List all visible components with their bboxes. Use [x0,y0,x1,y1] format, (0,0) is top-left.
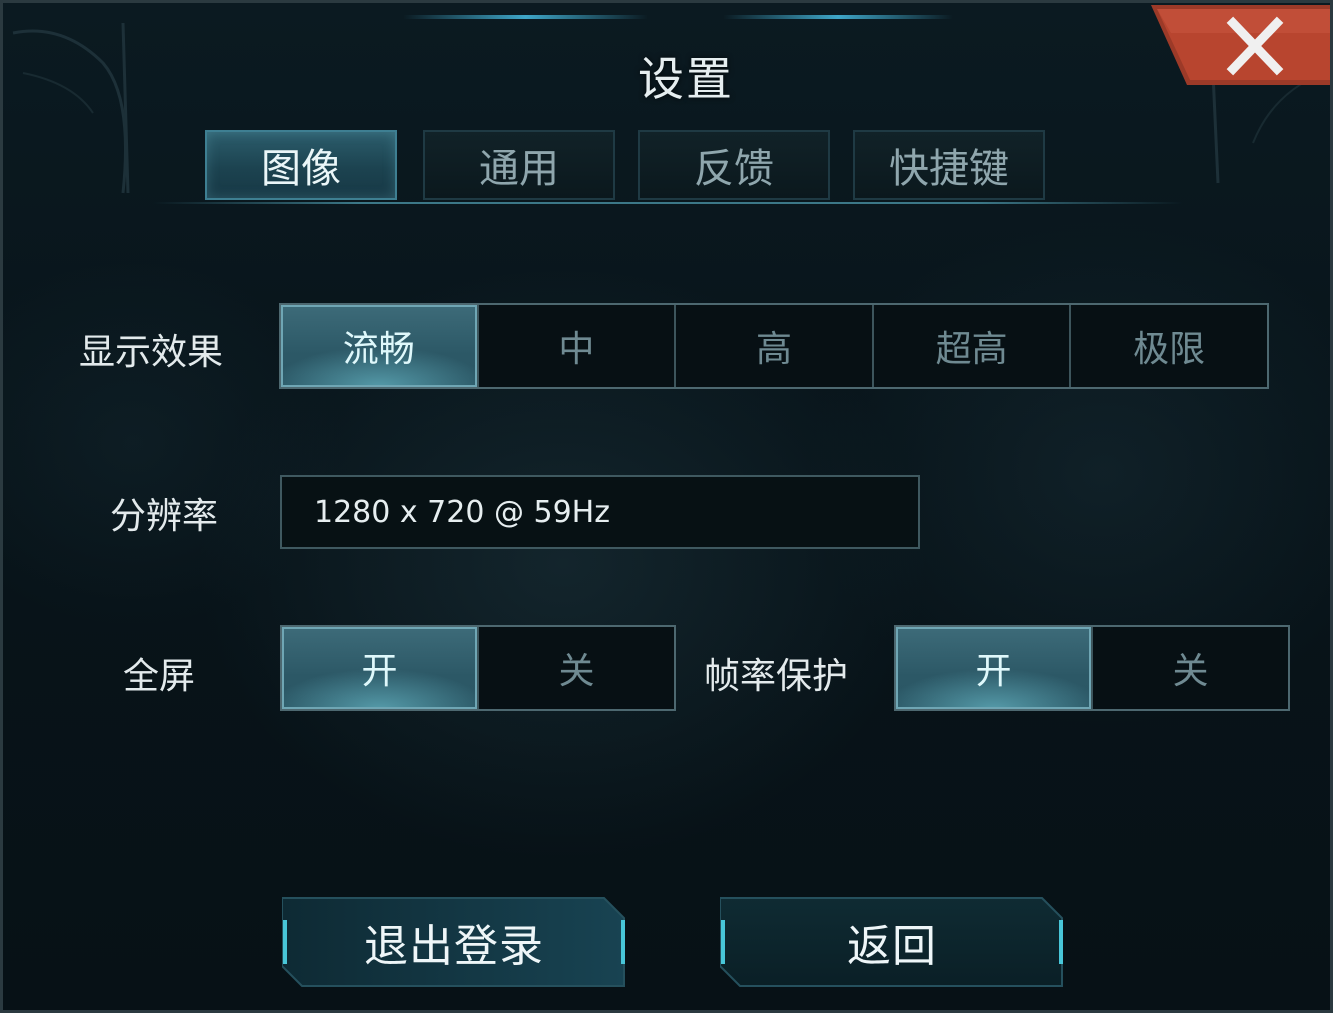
fullscreen-label: 全屏 [122,656,195,697]
tab-graphics[interactable]: 图像 [205,130,397,200]
fullscreen-on-option[interactable]: 开 [282,627,477,709]
tab-divider [153,202,1183,204]
fullscreen-off-option[interactable]: 关 [477,627,674,709]
resolution-value: 1280 x 720 @ 59Hz [314,494,610,530]
frame-rate-protection-on-option[interactable]: 开 [896,627,1091,709]
tab-label: 反馈 [694,146,774,192]
settings-dialog: 设置 图像 通用 反馈 快捷键 显示效果 流畅 中 高 超高 极限 分辨率 12… [0,0,1333,1013]
fullscreen-toggle: 开 关 [280,625,676,711]
logout-button-label: 退出登录 [364,921,544,972]
top-glow-left [403,15,648,19]
logout-button[interactable]: 退出登录 [282,896,626,988]
close-button[interactable] [1151,3,1330,87]
close-x-icon [1151,5,1330,85]
tab-label: 图像 [261,146,341,192]
tab-general[interactable]: 通用 [423,130,615,200]
frame-rate-protection-toggle: 开 关 [894,625,1290,711]
top-glow-right [723,15,953,19]
corner-ornament-left [12,22,130,194]
back-button[interactable]: 返回 [720,896,1064,988]
quality-option-smooth[interactable]: 流畅 [281,305,477,387]
resolution-select[interactable]: 1280 x 720 @ 59Hz [280,475,920,549]
quality-option-medium[interactable]: 中 [476,305,675,387]
tab-hotkeys[interactable]: 快捷键 [853,130,1045,200]
quality-option-high[interactable]: 高 [674,305,872,387]
resolution-label: 分辨率 [109,496,218,537]
tab-feedback[interactable]: 反馈 [638,130,830,200]
quality-option-ultra[interactable]: 超高 [871,305,1070,387]
frame-rate-protection-off-option[interactable]: 关 [1091,627,1288,709]
graphics-quality-selector: 流畅 中 高 超高 极限 [279,303,1269,389]
frame-rate-protection-label: 帧率保护 [703,656,848,697]
quality-option-extreme[interactable]: 极限 [1069,305,1267,387]
graphics-quality-label: 显示效果 [78,332,223,373]
back-button-label: 返回 [847,921,937,972]
dialog-title: 设置 [638,52,734,106]
tab-label: 快捷键 [889,146,1009,192]
tab-label: 通用 [479,146,559,192]
